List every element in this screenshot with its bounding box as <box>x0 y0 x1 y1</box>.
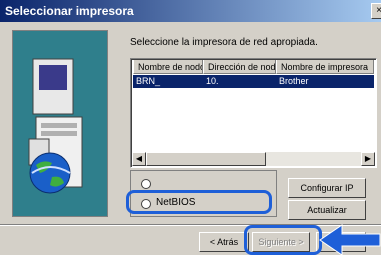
wizard-artwork <box>12 30 108 217</box>
netbios-highlight-outline <box>126 190 272 214</box>
globe-icon <box>29 152 71 194</box>
title-bar: Seleccionar impresora × <box>0 0 381 22</box>
row-node-address: 10. <box>206 76 219 86</box>
horizontal-scrollbar[interactable]: ◀ ▶ <box>132 152 375 166</box>
scrollbar-thumb[interactable] <box>146 152 266 166</box>
select-printer-dialog: Seleccionar impresora × Seleccione la im… <box>0 0 381 255</box>
configure-ip-button[interactable]: Configurar IP <box>288 178 366 198</box>
dialog-title: Seleccionar impresora <box>5 4 134 18</box>
column-header-node-address[interactable]: Dirección de nodo <box>203 60 276 74</box>
printer-list-row[interactable]: BRN_ 10. Brother <box>133 75 374 88</box>
row-printer-name: Brother <box>279 76 309 86</box>
back-button[interactable]: < Atrás <box>199 232 249 252</box>
select-printer-prompt: Seleccione la impresora de red apropiada… <box>130 37 318 48</box>
column-header-node-name[interactable]: Nombre de nodo <box>133 60 203 74</box>
column-header-printer-name[interactable]: Nombre de impresora <box>276 60 374 74</box>
printer-list[interactable]: Nombre de nodo Dirección de nodo Nombre … <box>130 58 377 168</box>
close-button[interactable]: × <box>371 3 381 19</box>
next-button-highlight-outline <box>244 225 322 255</box>
refresh-button[interactable]: Actualizar <box>288 200 366 220</box>
row-node-name: BRN_ <box>136 76 161 86</box>
scroll-right-icon[interactable]: ▶ <box>361 152 375 166</box>
arrow-pointer-icon <box>319 224 381 255</box>
scroll-left-icon[interactable]: ◀ <box>132 152 146 166</box>
radio-option-1[interactable] <box>141 179 151 189</box>
